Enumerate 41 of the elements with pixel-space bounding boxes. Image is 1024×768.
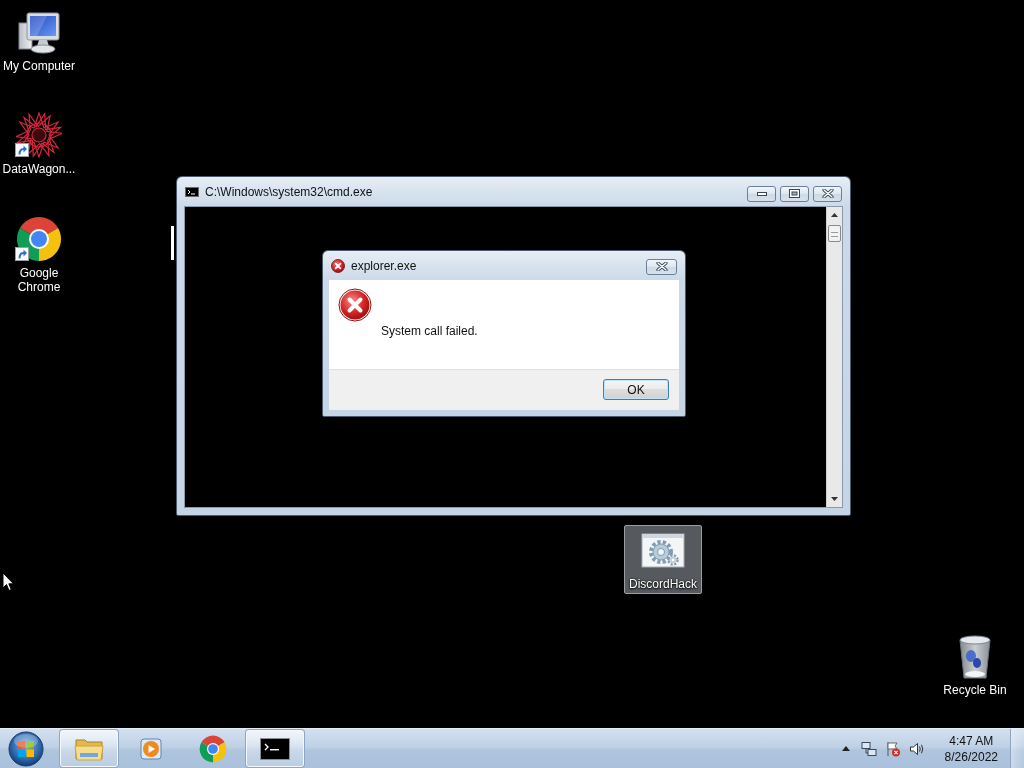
close-icon bbox=[821, 189, 834, 198]
star-pattern-icon[interactable] bbox=[16, 112, 62, 158]
dialog-title: explorer.exe bbox=[351, 258, 417, 273]
computer-icon[interactable] bbox=[17, 11, 61, 55]
minimize-icon bbox=[756, 191, 767, 196]
close-icon bbox=[655, 262, 668, 271]
up-arrow-icon bbox=[841, 746, 850, 751]
error-icon bbox=[331, 258, 345, 273]
minimize-button[interactable] bbox=[747, 185, 776, 202]
vertical-scrollbar[interactable] bbox=[826, 206, 843, 508]
desktop-icon-label[interactable]: My Computer bbox=[3, 59, 75, 73]
network-icon[interactable] bbox=[860, 740, 877, 757]
scrollbar-thumb[interactable] bbox=[828, 225, 841, 242]
maximize-button[interactable] bbox=[780, 185, 809, 202]
ok-button[interactable]: OK bbox=[603, 379, 669, 400]
close-button[interactable] bbox=[646, 258, 677, 275]
caret-line-icon bbox=[171, 226, 174, 260]
chrome-logo-icon bbox=[199, 734, 227, 763]
start-orb-icon bbox=[8, 730, 44, 767]
flag-error-icon[interactable] bbox=[884, 740, 901, 757]
gear-window-icon[interactable] bbox=[641, 533, 685, 568]
speaker-icon[interactable] bbox=[908, 740, 925, 757]
desktop-icon-label[interactable]: Google Chrome bbox=[1, 266, 77, 294]
terminal-icon bbox=[185, 186, 199, 197]
play-icon bbox=[138, 735, 164, 762]
up-arrow-icon[interactable] bbox=[831, 213, 838, 217]
maximize-icon bbox=[789, 189, 800, 198]
terminal-icon bbox=[260, 737, 290, 760]
start-button[interactable] bbox=[6, 729, 46, 768]
taskbar-button[interactable] bbox=[246, 730, 304, 767]
desktop-icon-label[interactable]: Recycle Bin bbox=[943, 683, 1007, 697]
clock-button[interactable]: 4:47 AM 8/26/2022 bbox=[942, 732, 1000, 765]
error-message: System call failed. bbox=[381, 324, 478, 338]
down-arrow-icon[interactable] bbox=[831, 497, 838, 501]
error-icon bbox=[338, 288, 372, 322]
chrome-logo-icon[interactable] bbox=[16, 216, 62, 262]
desktop-icon-label[interactable]: DiscordHack bbox=[629, 577, 697, 591]
close-button[interactable] bbox=[813, 185, 842, 202]
selection-highlight[interactable]: DiscordHack bbox=[624, 525, 702, 594]
desktop-icon-label[interactable]: DataWagon... bbox=[2, 162, 76, 176]
window-title: C:\Windows\system32\cmd.exe bbox=[205, 184, 373, 199]
